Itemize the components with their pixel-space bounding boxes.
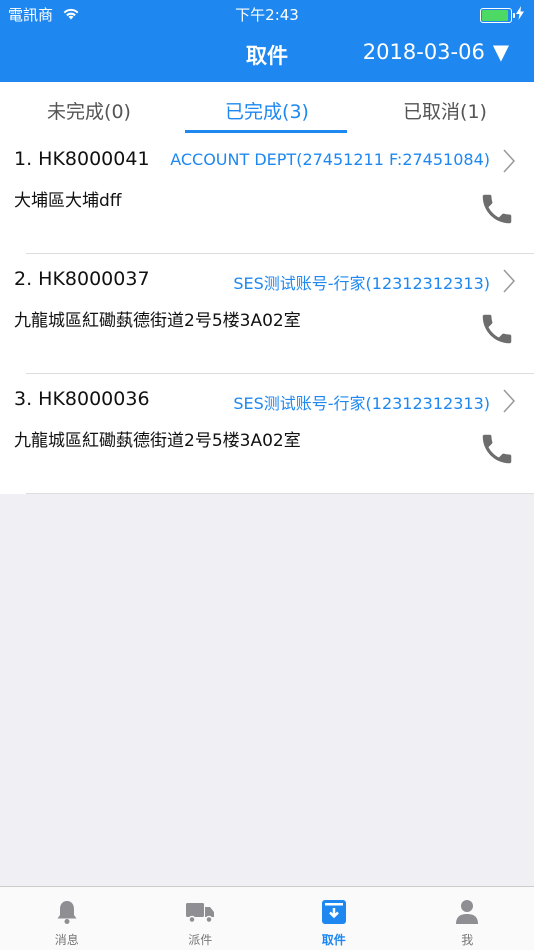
bottom-tab-bar: 消息 派件 取件 我	[0, 886, 534, 950]
battery-icon	[480, 7, 515, 23]
tabbar-label: 消息	[54, 933, 79, 947]
tabbar-item-messages[interactable]: 消息	[0, 887, 134, 950]
item-account: SES测试账号-行家(12312312313)	[233, 394, 490, 413]
item-address: 大埔區大埔dff	[14, 191, 122, 211]
tabbar-label: 取件	[321, 933, 346, 947]
pickup-list: 1. HK8000041 ACCOUNT DEPT(27451211 F:274…	[0, 134, 534, 494]
item-address: 九龍城區紅磡蓺德街道2号5楼3A02室	[14, 431, 301, 451]
status-time: 下午2:43	[235, 6, 299, 24]
status-tabs: 未完成(0) 已完成(3) 已取消(1)	[0, 82, 534, 134]
tab-incomplete[interactable]: 未完成(0)	[0, 82, 178, 134]
phone-icon[interactable]	[478, 190, 516, 232]
divider	[26, 493, 534, 494]
header: 電訊商 下午2:43 取件 2018-03-06 ▼	[0, 0, 534, 82]
item-tracking-code: 3. HK8000036	[14, 388, 150, 410]
list-item[interactable]: 1. HK8000041 ACCOUNT DEPT(27451211 F:274…	[0, 134, 534, 254]
tab-label: 已取消(1)	[403, 101, 487, 123]
tab-completed[interactable]: 已完成(3)	[178, 82, 356, 134]
truck-icon	[185, 899, 215, 928]
item-tracking-code: 1. HK8000041	[14, 148, 150, 170]
tab-label: 未完成(0)	[47, 101, 131, 123]
person-icon	[455, 899, 479, 928]
list-item[interactable]: 2. HK8000037 SES测试账号-行家(12312312313) 九龍城…	[0, 254, 534, 374]
item-tracking-code: 2. HK8000037	[14, 268, 150, 290]
charging-bolt-icon	[516, 6, 524, 24]
app-root: 電訊商 下午2:43 取件 2018-03-06 ▼ 未完成(0) 已完成(3)…	[0, 0, 534, 950]
tabbar-item-me[interactable]: 我	[401, 887, 534, 950]
status-bar: 電訊商 下午2:43	[0, 0, 534, 28]
list-item[interactable]: 3. HK8000036 SES测试账号-行家(12312312313) 九龍城…	[0, 374, 534, 494]
chevron-right-icon	[502, 388, 516, 418]
chevron-right-icon	[502, 148, 516, 178]
bell-icon	[55, 899, 79, 928]
item-address: 九龍城區紅磡蓺德街道2号5楼3A02室	[14, 311, 301, 331]
tabbar-label: 我	[461, 933, 474, 947]
item-account: ACCOUNT DEPT(27451211 F:27451084)	[170, 150, 490, 169]
chevron-right-icon	[502, 268, 516, 298]
item-account: SES测试账号-行家(12312312313)	[233, 274, 490, 293]
date-selector[interactable]: 2018-03-06 ▼	[363, 40, 509, 64]
active-tab-indicator	[185, 130, 347, 133]
dropdown-triangle-icon: ▼	[492, 40, 509, 64]
tabbar-item-delivery[interactable]: 派件	[134, 887, 268, 950]
tabbar-label: 派件	[188, 933, 213, 947]
battery-indicator	[480, 6, 524, 24]
tab-cancelled[interactable]: 已取消(1)	[356, 82, 534, 134]
tab-label: 已完成(3)	[225, 101, 309, 123]
date-value: 2018-03-06	[362, 40, 485, 64]
tabbar-item-pickup[interactable]: 取件	[267, 887, 401, 950]
phone-icon[interactable]	[478, 430, 516, 472]
phone-icon[interactable]	[478, 310, 516, 352]
pickup-box-icon	[321, 899, 347, 928]
